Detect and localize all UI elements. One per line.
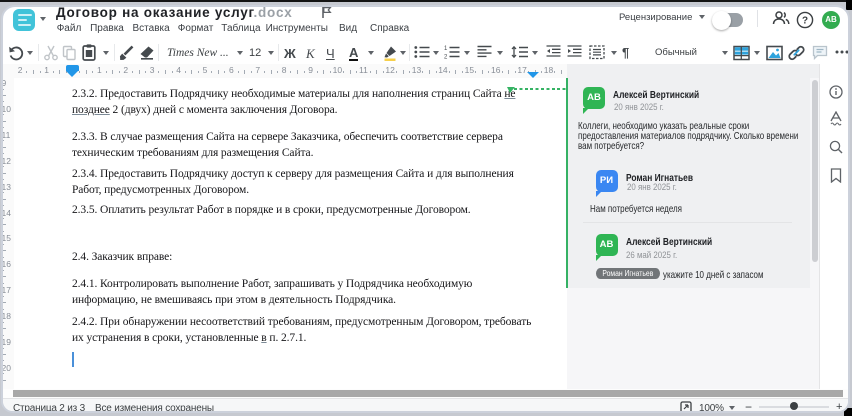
svg-text:?: ? [802, 16, 808, 27]
svg-text:1: 1 [444, 46, 448, 52]
svg-text:2: 2 [444, 55, 448, 60]
